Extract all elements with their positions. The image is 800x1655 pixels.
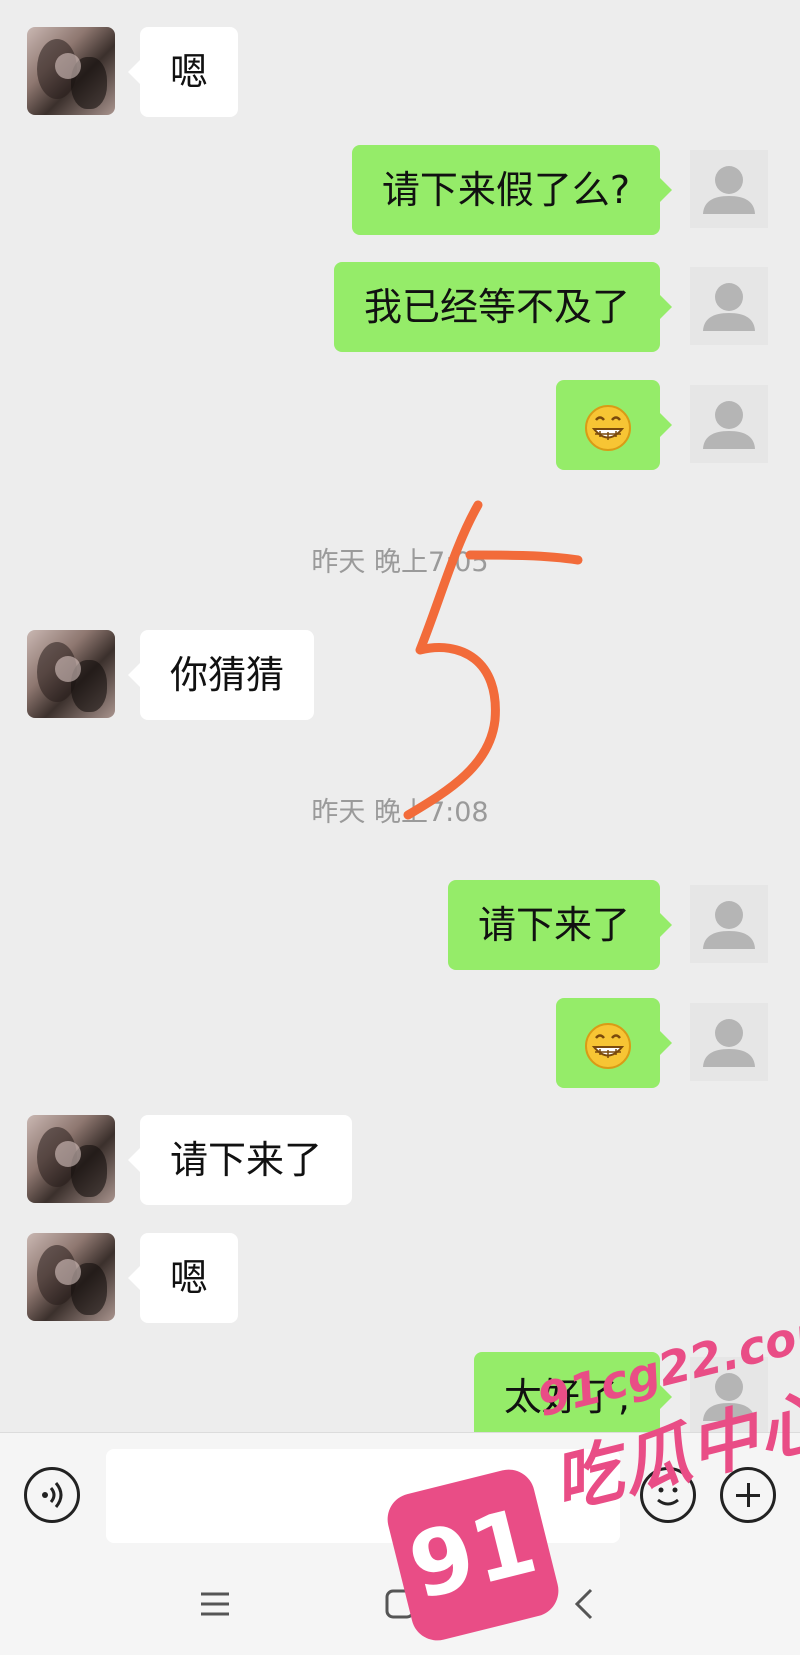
outgoing-emoji-bubble[interactable]: [556, 380, 672, 470]
grinning-face-emoji-icon: [585, 404, 631, 451]
home-icon[interactable]: [380, 1584, 420, 1624]
incoming-message-bubble[interactable]: 你猜猜: [127, 630, 315, 720]
message-text: 嗯: [170, 1256, 209, 1300]
incoming-message-bubble[interactable]: 请下来了: [127, 1115, 353, 1205]
outgoing-emoji-bubble[interactable]: [556, 998, 672, 1088]
outgoing-message-bubble[interactable]: 请下来了: [447, 880, 673, 970]
outgoing-message-bubble[interactable]: 我已经等不及了: [333, 262, 673, 352]
incoming-message-bubble[interactable]: 嗯: [127, 1233, 239, 1323]
contact-avatar[interactable]: [27, 27, 115, 115]
message-text: 我已经等不及了: [363, 285, 630, 329]
incoming-message-bubble[interactable]: 嗯: [127, 27, 239, 117]
grinning-face-emoji-icon: [585, 1022, 631, 1069]
user-avatar[interactable]: [690, 1357, 768, 1432]
default-user-icon: [703, 401, 755, 449]
message-text: 请下来了: [170, 1138, 323, 1182]
default-user-icon: [703, 1019, 755, 1067]
system-navigation-bar: [0, 1554, 800, 1655]
user-avatar[interactable]: [690, 885, 768, 963]
user-avatar[interactable]: [690, 267, 768, 345]
contact-avatar[interactable]: [27, 1233, 115, 1321]
message-text: 你猜猜: [170, 653, 285, 697]
menu-icon[interactable]: [195, 1584, 235, 1624]
message-timestamp: 昨天 晚上7:08: [311, 797, 489, 828]
contact-avatar[interactable]: [27, 1115, 115, 1203]
chat-area[interactable]: 嗯 请下来假了么? 我已经等不及了 昨天 晚上7:05 你猜猜 昨天 晚上7:0…: [0, 0, 800, 1432]
message-text: 嗯: [170, 50, 209, 94]
default-user-icon: [703, 283, 755, 331]
outgoing-message-bubble[interactable]: 太好了,: [473, 1352, 673, 1432]
default-user-icon: [703, 166, 755, 214]
plus-icon[interactable]: [720, 1467, 776, 1523]
outgoing-message-bubble[interactable]: 请下来假了么?: [351, 145, 673, 235]
back-icon[interactable]: [565, 1584, 605, 1624]
message-text: 请下来了: [477, 903, 630, 947]
contact-avatar[interactable]: [27, 630, 115, 718]
user-avatar[interactable]: [690, 1003, 768, 1081]
user-avatar[interactable]: [690, 385, 768, 463]
message-input-bar: [0, 1432, 800, 1555]
message-input[interactable]: [106, 1449, 620, 1543]
default-user-icon: [703, 1373, 755, 1421]
message-text: 请下来假了么?: [381, 168, 630, 212]
user-avatar[interactable]: [690, 150, 768, 228]
message-timestamp: 昨天 晚上7:05: [311, 547, 489, 578]
emoji-icon[interactable]: [640, 1467, 696, 1523]
voice-icon[interactable]: [24, 1467, 80, 1523]
message-text: 太好了,: [503, 1375, 630, 1419]
default-user-icon: [703, 901, 755, 949]
